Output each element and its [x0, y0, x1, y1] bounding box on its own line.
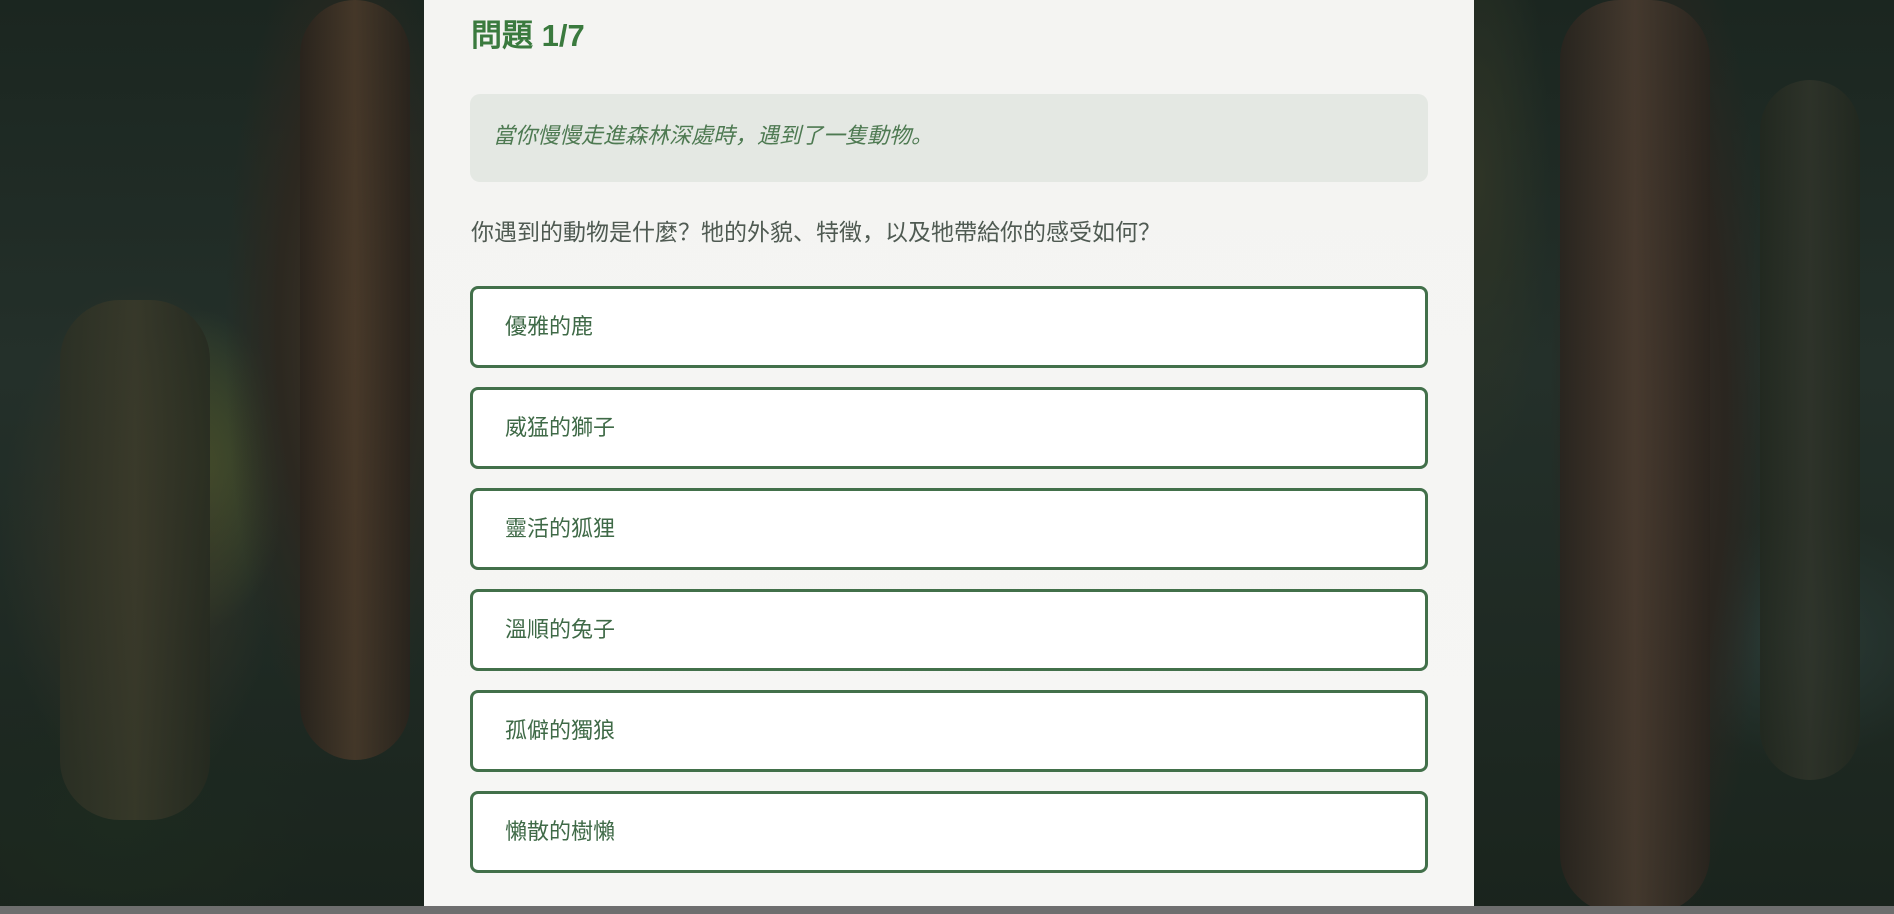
- option-label: 溫順的兔子: [505, 618, 616, 643]
- option-lion-button[interactable]: 威猛的獅子: [470, 387, 1428, 469]
- bottom-scrollbar-edge: [0, 906, 1894, 914]
- option-label: 優雅的鹿: [505, 315, 594, 340]
- option-label: 孤僻的獨狼: [505, 719, 616, 744]
- scenario-text: 當你慢慢走進森林深處時，遇到了一隻動物。: [493, 124, 934, 149]
- scenario-box: 當你慢慢走進森林深處時，遇到了一隻動物。: [470, 94, 1428, 182]
- tree-trunk-right-far: [1760, 80, 1860, 780]
- option-label: 威猛的獅子: [505, 416, 616, 441]
- option-label: 靈活的狐狸: [505, 517, 616, 542]
- option-fox-button[interactable]: 靈活的狐狸: [470, 488, 1428, 570]
- option-rabbit-button[interactable]: 溫順的兔子: [470, 589, 1428, 671]
- answer-options: 優雅的鹿 威猛的獅子 靈活的狐狸 溫順的兔子 孤僻的獨狼 懶散的樹懶: [470, 286, 1428, 892]
- option-sloth-button[interactable]: 懶散的樹懶: [470, 791, 1428, 873]
- option-lone-wolf-button[interactable]: 孤僻的獨狼: [470, 690, 1428, 772]
- option-deer-button[interactable]: 優雅的鹿: [470, 286, 1428, 368]
- question-counter: 問題 1/7: [471, 18, 585, 53]
- tree-trunk-left-far: [60, 300, 210, 820]
- option-label: 懶散的樹懶: [505, 820, 616, 845]
- question-text: 你遇到的動物是什麼？牠的外貌、特徵，以及牠帶給你的感受如何？: [471, 220, 1161, 246]
- tree-trunk-left: [300, 0, 410, 760]
- tree-trunk-right: [1560, 0, 1710, 914]
